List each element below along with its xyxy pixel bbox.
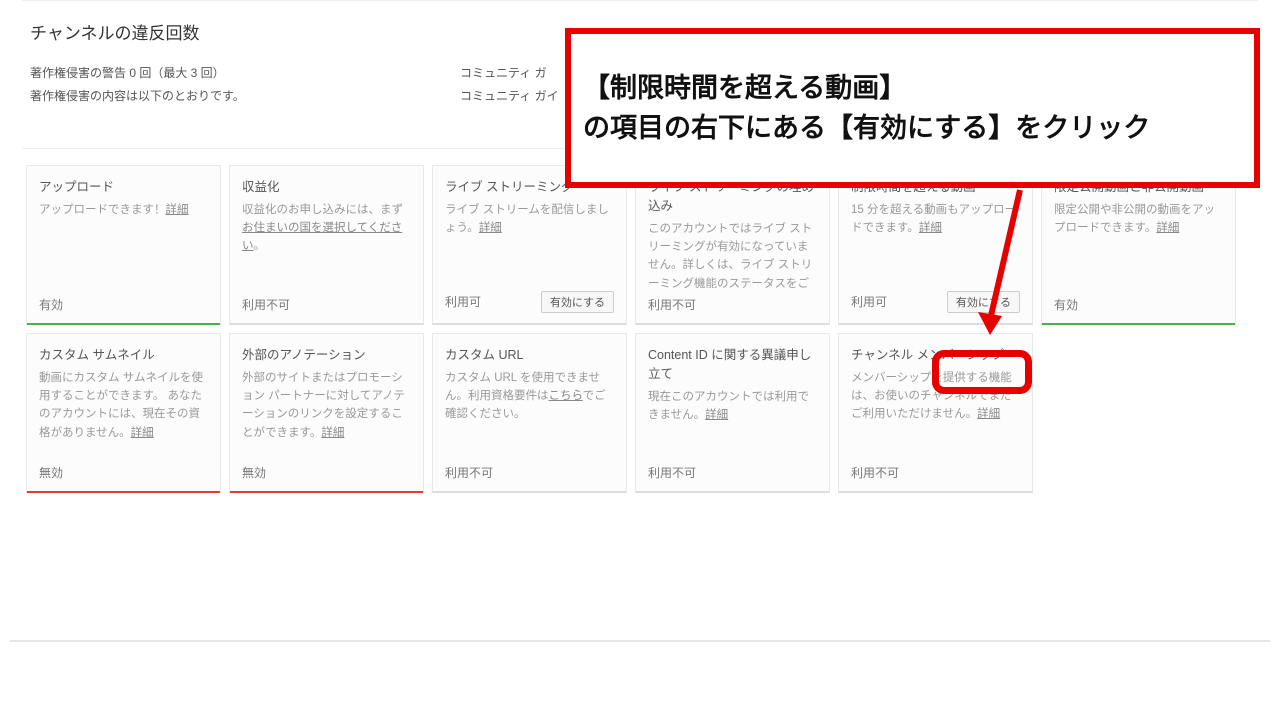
copyright-warning-count: 著作権侵害の警告 0 回（最大 3 回） [30,62,460,85]
card-title: カスタム サムネイル [27,334,220,369]
card-footer: 無効 [230,456,423,491]
card-detail-link[interactable]: 詳細 [919,222,942,234]
card-description: 外部のサイトまたはプロモーション パートナーに対してアノテーションのリンクを設定… [230,369,423,456]
card-description: ライブ ストリームを配信しましょう。詳細 [433,201,626,283]
feature-card: カスタム URLカスタム URL を使用できません。利用資格要件はこちらでご確認… [432,333,627,493]
copyright-desc: 著作権侵害の内容は以下のとおりです。 [30,85,460,108]
card-status: 利用不可 [445,464,493,481]
card-title: Content ID に関する異議申し立て [636,334,829,388]
feature-card: 収益化収益化のお申し込みには、まずお住まいの国を選択してください。利用不可 [229,165,424,325]
card-detail-link[interactable]: お住まいの国を選択してください [242,222,402,252]
card-status: 利用可 [851,293,887,310]
card-detail-link[interactable]: 詳細 [977,408,1000,420]
card-status: 無効 [242,464,266,481]
feature-card: チャンネル メンバーシップメンバーシップを提供する機能は、お使いのチャンネルでま… [838,333,1033,493]
card-description: カスタム URL を使用できません。利用資格要件はこちらでご確認ください。 [433,369,626,456]
card-detail-link[interactable]: こちら [549,390,583,402]
card-title: 収益化 [230,166,423,201]
card-status: 有効 [1054,296,1078,313]
card-status: 利用不可 [242,296,290,313]
card-footer: 利用不可 [636,456,829,491]
card-footer: 利用可 有効にする [433,283,626,323]
card-status-bar [1042,323,1235,325]
feature-card: アップロードアップロードできます！詳細有効 [26,165,221,325]
card-footer: 有効 [27,288,220,323]
card-status: 利用不可 [851,464,899,481]
card-description: アップロードできます！詳細 [27,201,220,288]
feature-card: 限定公開動画と非公開動画限定公開や非公開の動画をアップロードできます。詳細有効 [1041,165,1236,325]
feature-card-grid: アップロードアップロードできます！詳細有効収益化収益化のお申し込みには、まずお住… [22,161,1258,513]
card-detail-link[interactable]: 詳細 [321,427,344,439]
feature-card: ライブ ストリーミングライブ ストリームを配信しましょう。詳細利用可有効にする [432,165,627,325]
feature-card: Content ID に関する異議申し立て現在このアカウントでは利用できません。… [635,333,830,493]
card-footer: 利用不可 [839,456,1032,491]
card-detail-link[interactable]: 詳細 [131,427,154,439]
card-status: 利用不可 [648,464,696,481]
card-title: アップロード [27,166,220,201]
card-status: 無効 [39,464,63,481]
card-status-bar [230,491,423,493]
card-status: 利用不可 [648,296,696,313]
card-description: 15 分を超える動画もアップロードできます。詳細 [839,201,1032,283]
card-description: メンバーシップを提供する機能は、お使いのチャンネルでまだご利用いただけません。詳… [839,369,1032,456]
annotation-line2: の項目の右下にある【有効にする】をクリック [583,108,1242,149]
card-detail-link[interactable]: 詳細 [705,409,728,421]
feature-card: ライブ ストリーミングの埋め込みこのアカウントではライブ ストリーミングが有効に… [635,165,830,325]
card-footer: 利用可 有効にする [839,283,1032,323]
info-col-copyright: 著作権侵害の警告 0 回（最大 3 回） 著作権侵害の内容は以下のとおりです。 [30,62,460,108]
feature-card: 制限時間を超える動画15 分を超える動画もアップロードできます。詳細利用可有効に… [838,165,1033,325]
card-status-bar [27,491,220,493]
card-description: 収益化のお申し込みには、まずお住まいの国を選択してください。 [230,201,423,288]
card-status-bar [27,323,220,325]
feature-card: 外部のアノテーション外部のサイトまたはプロモーション パートナーに対してアノテー… [229,333,424,493]
card-status: 利用可 [445,293,481,310]
card-title: カスタム URL [433,334,626,369]
card-footer: 利用不可 [636,288,829,323]
card-footer: 有効 [1042,288,1235,323]
card-detail-link[interactable]: 詳細 [1156,222,1179,234]
card-footer: 無効 [27,456,220,491]
annotation-line1: 【制限時間を超える動画】 [583,68,1242,109]
card-status: 有効 [39,296,63,313]
panel-bottom-edge [10,640,1270,642]
card-footer: 利用不可 [433,456,626,491]
card-detail-link[interactable]: 詳細 [166,204,189,216]
annotation-callout: 【制限時間を超える動画】 の項目の右下にある【有効にする】をクリック [565,28,1260,188]
card-description: このアカウントではライブ ストリーミングが有効になっていません。詳しくは、ライブ… [636,220,829,288]
card-description: 動画にカスタム サムネイルを使用することができます。 あなたのアカウントには、現… [27,369,220,456]
card-detail-link[interactable]: 詳細 [479,222,502,234]
card-description: 限定公開や非公開の動画をアップロードできます。詳細 [1042,201,1235,288]
card-footer: 利用不可 [230,288,423,323]
feature-card: カスタム サムネイル動画にカスタム サムネイルを使用することができます。 あなた… [26,333,221,493]
enable-button[interactable]: 有効にする [541,291,614,313]
card-description: 現在このアカウントでは利用できません。詳細 [636,388,829,456]
enable-button[interactable]: 有効にする [947,291,1020,313]
card-title: 外部のアノテーション [230,334,423,369]
card-title: チャンネル メンバーシップ [839,334,1032,369]
